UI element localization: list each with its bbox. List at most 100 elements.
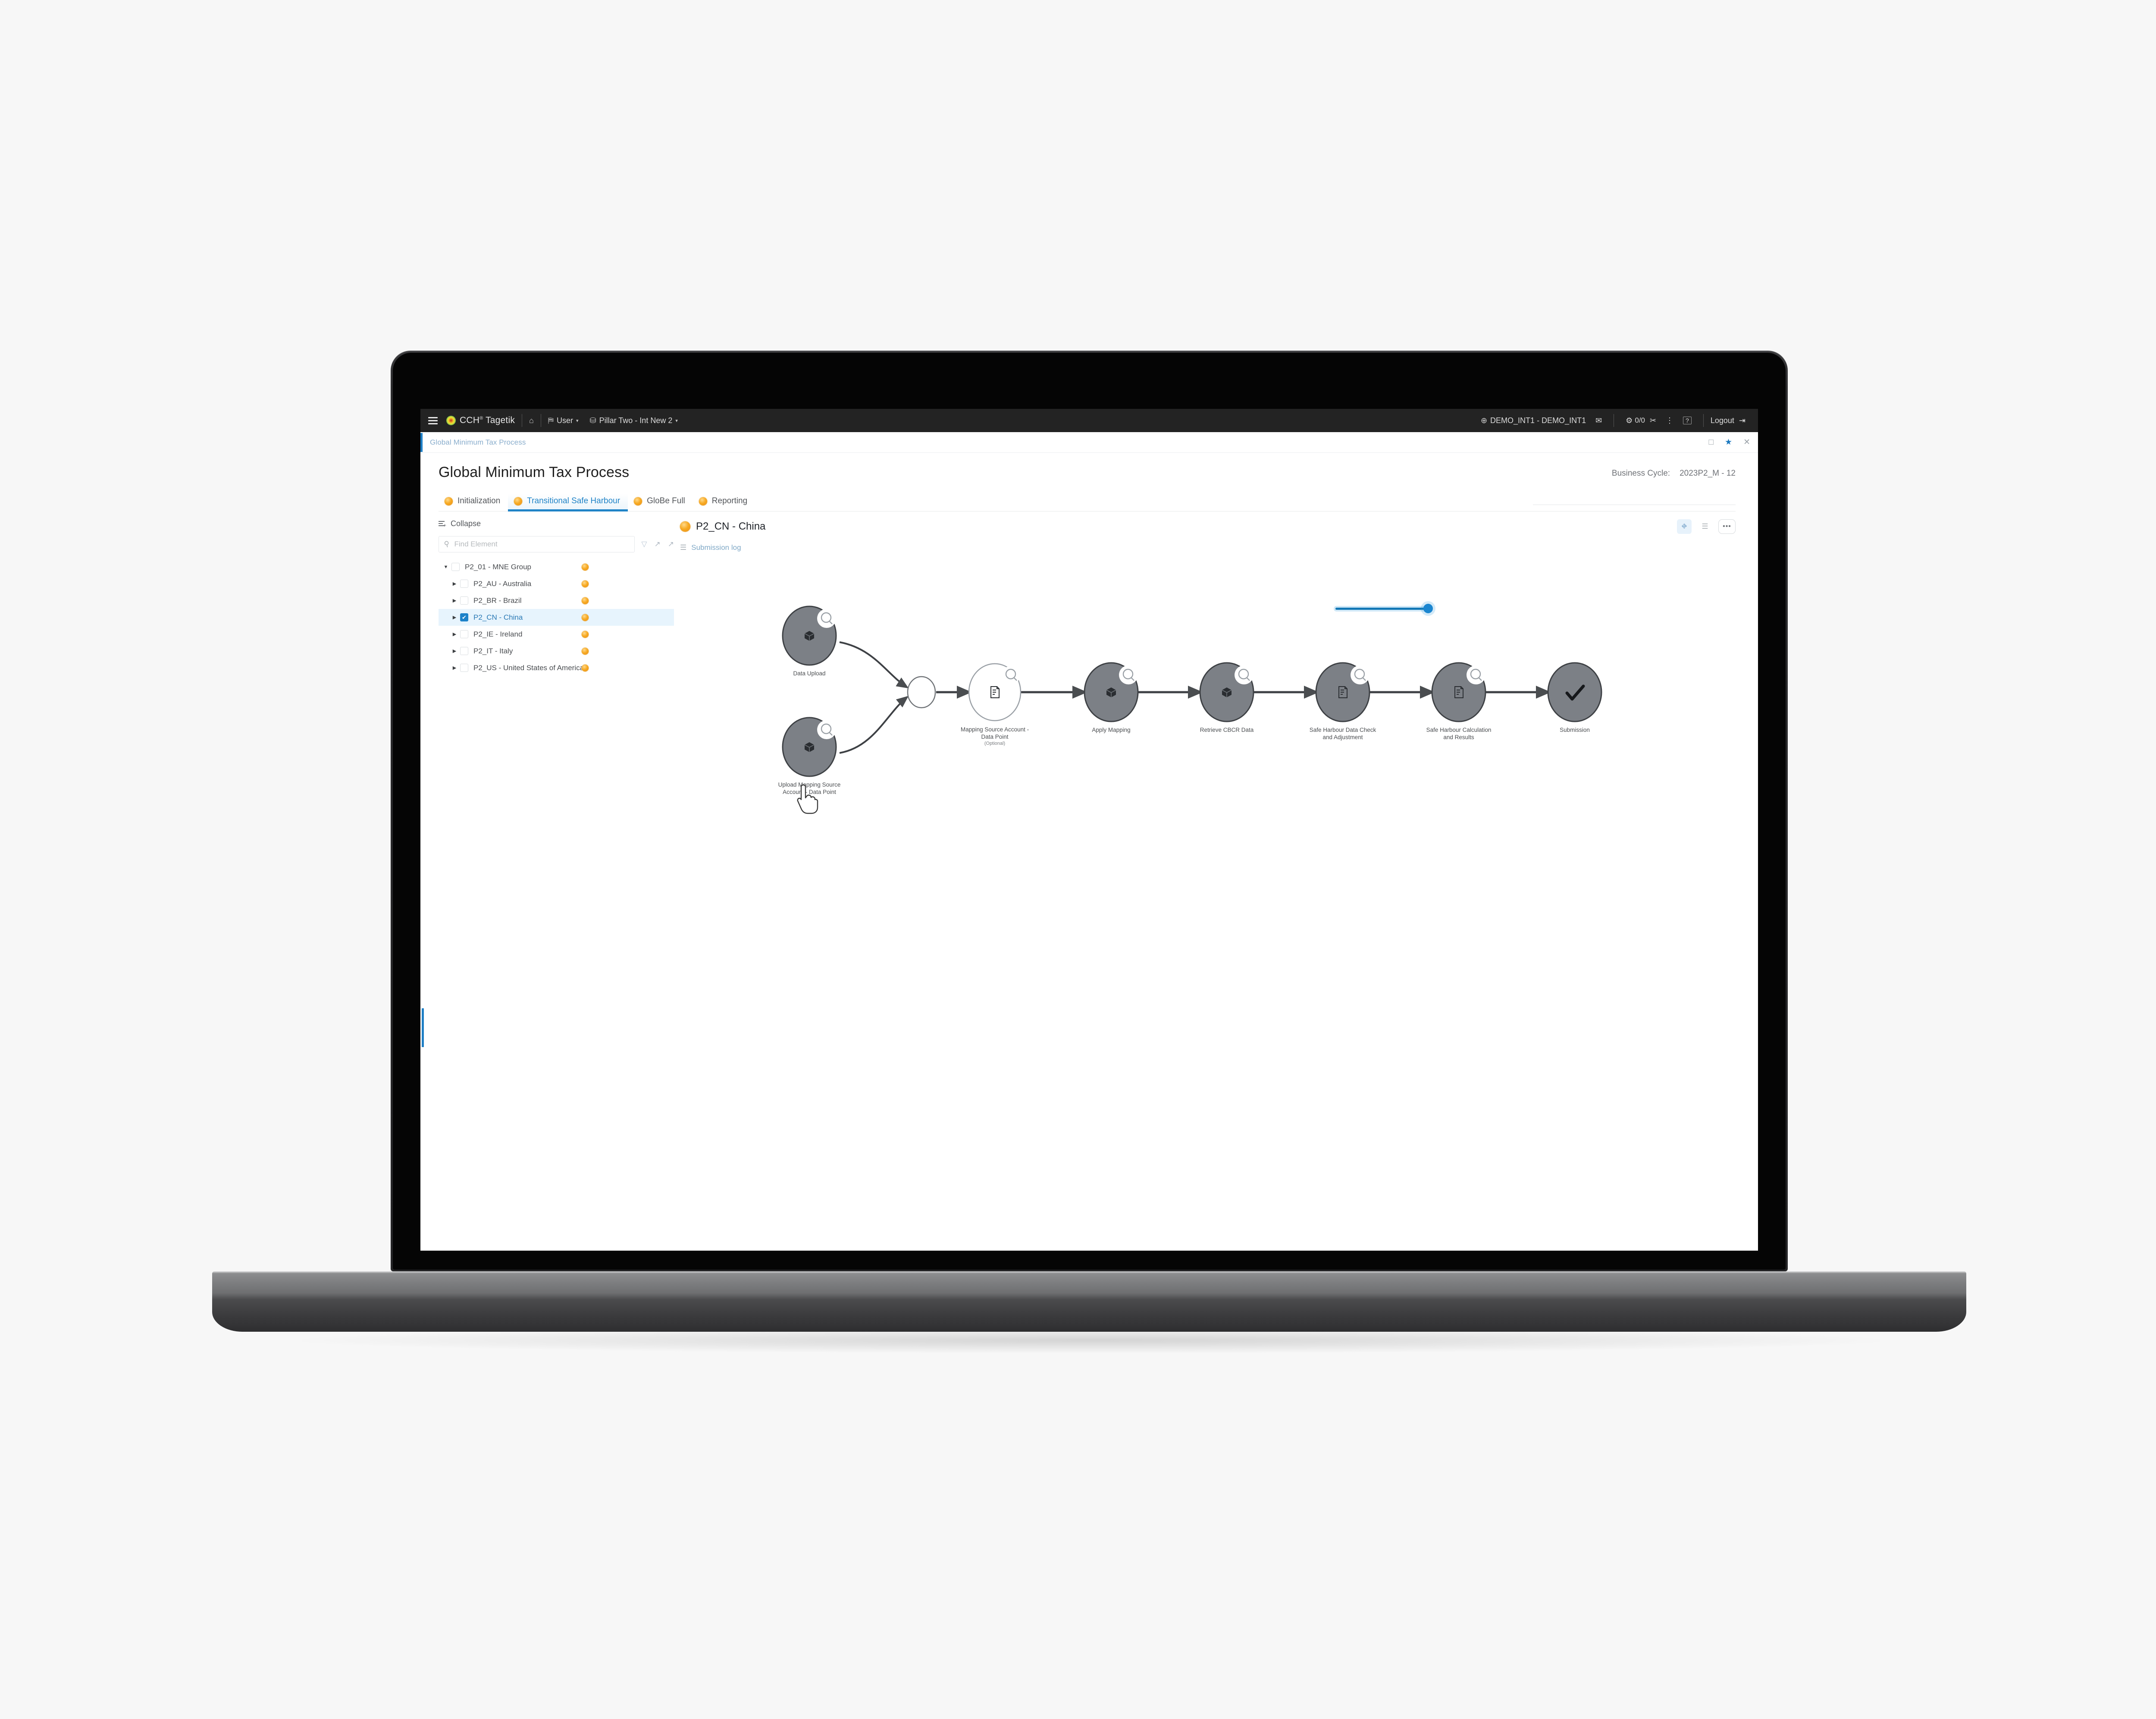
filter-icon[interactable]: ▽ bbox=[641, 540, 647, 549]
app-topbar: CCH® Tagetik ⌂ ⛿ User ▾ ⛁ Pillar Two - I… bbox=[420, 409, 1758, 432]
tree-checkbox[interactable] bbox=[460, 580, 468, 588]
zoom-slider-track[interactable] bbox=[1335, 608, 1430, 610]
workflow-label-data-upload: Data Upload bbox=[793, 670, 826, 677]
chevron-right-icon[interactable]: ▶ bbox=[449, 615, 460, 620]
laptop-base bbox=[212, 1271, 1966, 1302]
account-indicator[interactable]: ⊕ DEMO_INT1 - DEMO_INT1 bbox=[1481, 416, 1586, 425]
workflow-view-icon[interactable]: ⛖ bbox=[1677, 519, 1692, 534]
tree-row[interactable]: ▶ P2_BR - Brazil bbox=[439, 592, 674, 609]
more-options-icon[interactable]: ••• bbox=[1718, 519, 1736, 534]
home-button[interactable]: ⌂ bbox=[529, 416, 534, 425]
brand-title: CCH® Tagetik bbox=[460, 415, 515, 426]
tree-row-label: P2_IT - Italy bbox=[473, 646, 513, 655]
workflow-node-submission[interactable] bbox=[1547, 662, 1602, 722]
workflow-node-junction[interactable] bbox=[907, 676, 936, 709]
business-cycle-value[interactable]: 2023P2_M - 12 bbox=[1680, 469, 1736, 478]
status-dot-icon bbox=[445, 497, 453, 505]
tree-row[interactable]: ▶ P2_IE - Ireland bbox=[439, 626, 674, 643]
expand-all-icon[interactable]: ↗ bbox=[655, 540, 661, 549]
search-input[interactable] bbox=[454, 540, 630, 549]
left-edge-accent bbox=[422, 1008, 424, 1047]
tab-label: GloBe Full bbox=[647, 496, 685, 505]
mail-icon[interactable]: ✉ bbox=[1595, 416, 1602, 425]
home-icon: ⌂ bbox=[529, 416, 534, 425]
user-selector[interactable]: ⛿ User ▾ bbox=[548, 416, 579, 425]
logout-icon[interactable]: ⇥ bbox=[1739, 416, 1745, 425]
tab-reporting[interactable]: Reporting bbox=[693, 494, 755, 511]
tree-checkbox[interactable] bbox=[460, 630, 468, 638]
tree-row[interactable]: ▶ P2_US - United States of America bbox=[439, 659, 674, 676]
tree-row[interactable]: ▼ P2_01 - MNE Group bbox=[439, 558, 674, 575]
tab-transitional-safe-harbour[interactable]: Transitional Safe Harbour bbox=[508, 494, 628, 511]
workflow-node-data-upload[interactable] bbox=[782, 605, 837, 666]
selected-entity-title: P2_CN - China bbox=[696, 521, 766, 532]
page-header: Global Minimum Tax Process Business Cycl… bbox=[439, 464, 1736, 481]
tree-row-label: P2_01 - MNE Group bbox=[465, 562, 532, 571]
chevron-down-icon[interactable]: ▼ bbox=[440, 565, 451, 570]
laptop-base-front bbox=[212, 1300, 1966, 1332]
more-icon[interactable]: ⋮ bbox=[1666, 416, 1673, 425]
workflow-node-upload-mapping[interactable] bbox=[782, 717, 837, 777]
chevron-right-icon[interactable]: ▶ bbox=[449, 665, 460, 671]
collapse-button[interactable]: + Collapse bbox=[439, 519, 674, 528]
workflow-view-icon-glyph: ⛖ bbox=[1681, 522, 1687, 530]
workflow-node-retrieve-cbcr[interactable] bbox=[1199, 662, 1254, 722]
process-tabs: Initialization Transitional Safe Harbour G… bbox=[439, 494, 1736, 511]
chevron-right-icon[interactable]: ▶ bbox=[449, 581, 460, 587]
status-dot-icon bbox=[514, 497, 523, 505]
workflow-label-retrieve-cbcr: Retrieve CBCR Data bbox=[1200, 727, 1254, 733]
logout-label[interactable]: Logout bbox=[1711, 416, 1734, 425]
tree-row-label: P2_AU - Australia bbox=[473, 579, 532, 588]
tree-checkbox[interactable] bbox=[460, 613, 468, 621]
tab-label: Reporting bbox=[711, 496, 748, 505]
status-dot-icon bbox=[582, 631, 589, 638]
environment-label: Pillar Two - Int New 2 bbox=[599, 416, 673, 425]
note-icon[interactable]: □ bbox=[1709, 438, 1714, 446]
zoom-slider-thumb[interactable] bbox=[1423, 604, 1433, 613]
workflow-node-mapping-source[interactable] bbox=[968, 663, 1022, 721]
favorite-star-icon[interactable]: ★ bbox=[1725, 438, 1732, 446]
workflow-label-safe-harbour-calc: Safe Harbour Calculation and Results bbox=[1426, 727, 1492, 740]
close-icon[interactable]: ✕ bbox=[1743, 438, 1750, 446]
submission-log-row[interactable]: ☰ Submission log bbox=[680, 543, 1736, 552]
tab-globe-full[interactable]: GloBe Full bbox=[628, 494, 693, 511]
search-box[interactable]: ⚲ bbox=[439, 536, 635, 552]
status-dot-icon bbox=[582, 580, 589, 587]
breadcrumb[interactable]: Global Minimum Tax Process bbox=[430, 438, 526, 447]
collapse-all-icon[interactable]: ↗ bbox=[668, 540, 674, 549]
environment-selector[interactable]: ⛁ Pillar Two - Int New 2 ▾ bbox=[590, 416, 678, 425]
tree-checkbox[interactable] bbox=[460, 596, 468, 605]
user-label: User bbox=[556, 416, 573, 425]
submission-log-label[interactable]: Submission log bbox=[691, 543, 741, 552]
laptop-shadow bbox=[302, 1327, 1880, 1353]
chevron-right-icon[interactable]: ▶ bbox=[449, 631, 460, 637]
list-view-icon[interactable]: ☰ bbox=[1698, 519, 1712, 534]
tools-icon[interactable]: ✂ bbox=[1650, 416, 1656, 425]
tab-label: Transitional Safe Harbour bbox=[527, 496, 620, 505]
process-icon[interactable]: ⚙ bbox=[1626, 416, 1633, 425]
collapse-label: Collapse bbox=[451, 519, 481, 528]
tree-row[interactable]: ▶ P2_IT - Italy bbox=[439, 643, 674, 659]
help-icon[interactable]: ? bbox=[1683, 417, 1692, 424]
link bbox=[839, 641, 909, 689]
workflow-node-apply-mapping[interactable] bbox=[1084, 662, 1139, 722]
chevron-right-icon[interactable]: ▶ bbox=[449, 648, 460, 654]
tree-checkbox[interactable] bbox=[460, 647, 468, 655]
tree-checkbox[interactable] bbox=[451, 563, 460, 571]
workflow-header: P2_CN - China ⛖ ☰ ••• bbox=[680, 519, 1736, 534]
zoom-slider[interactable] bbox=[1334, 604, 1433, 613]
workflow-node-safe-harbour-calc[interactable] bbox=[1431, 662, 1486, 722]
tree-row[interactable]: ▶ P2_CN - China bbox=[439, 609, 674, 626]
status-dot-icon bbox=[582, 563, 589, 571]
tree-row-label: P2_CN - China bbox=[473, 613, 523, 621]
tree-checkbox[interactable] bbox=[460, 664, 468, 672]
workflow-node-safe-harbour-check[interactable] bbox=[1315, 662, 1370, 722]
tree-search-row: ⚲ ▽ ↗ ↗ bbox=[439, 536, 674, 552]
tab-initialization[interactable]: Initialization bbox=[439, 494, 508, 511]
hamburger-icon[interactable] bbox=[428, 417, 438, 424]
workflow-pane: P2_CN - China ⛖ ☰ ••• ☰ Submission log D… bbox=[680, 519, 1736, 814]
brand-name: CCH bbox=[460, 415, 480, 425]
chevron-right-icon[interactable]: ▶ bbox=[449, 598, 460, 603]
tree-row[interactable]: ▶ P2_AU - Australia bbox=[439, 575, 674, 592]
cch-logo-icon bbox=[446, 416, 456, 425]
